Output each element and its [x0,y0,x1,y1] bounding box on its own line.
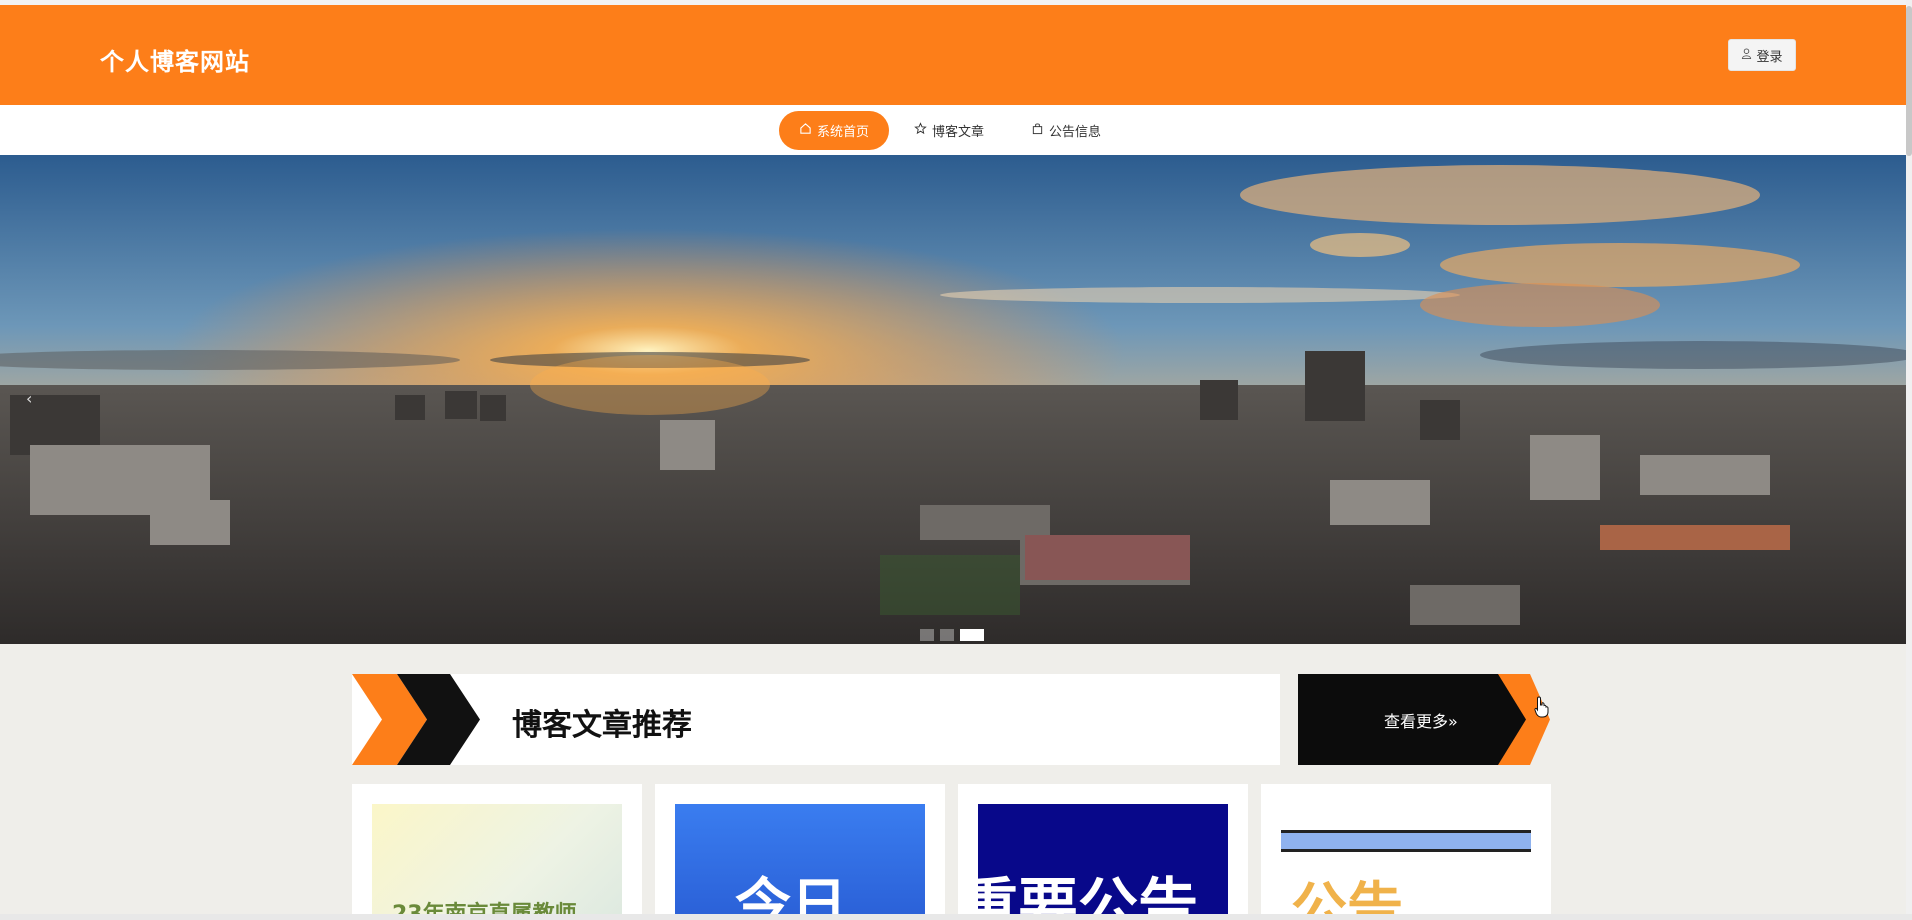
nav-item-label: 公告信息 [1049,125,1102,140]
nav-item-home[interactable]: 系统首页 [779,111,890,150]
thumbnail-band [1281,830,1531,852]
thumbnail-text: 重要公告 [978,872,1198,920]
nav-item-notices[interactable]: 公告信息 [1031,111,1101,150]
star-icon [914,122,927,139]
bag-icon [1031,122,1044,139]
article-thumbnail: 23年南京直属教师 [372,804,622,920]
view-more-label: 查看更多» [1384,712,1458,731]
browser-bottom-strip [0,914,1912,920]
site-header: 个人博客网站 登录 [0,5,1906,105]
view-more-button[interactable]: 查看更多» [1298,674,1550,765]
user-icon [1741,47,1752,63]
scrollbar-thumb[interactable] [1906,6,1912,156]
article-thumbnail: 重要公告 [978,804,1228,920]
section-title: 博客文章推荐 [512,708,692,743]
main-content: 博客文章推荐 查看更多» 23年南京直属教师 今日 重要公告 公告 [0,644,1906,920]
carousel-dot[interactable] [920,629,934,641]
article-thumbnail: 今日 [675,804,925,920]
carousel-dot[interactable] [940,629,954,641]
article-card[interactable]: 今日 [655,784,945,920]
article-thumbnail: 公告 [1281,804,1531,920]
thumbnail-text: 公告 [1291,877,1403,920]
article-card[interactable]: 23年南京直属教师 [352,784,642,920]
login-button[interactable]: 登录 [1728,39,1796,71]
carousel-indicators [920,629,984,641]
site-title: 个人博客网站 [100,48,250,76]
carousel-dot-active[interactable] [960,629,984,641]
thumbnail-text: 今日 [735,873,847,920]
hand-cursor-icon [1534,696,1549,718]
main-nav: 系统首页 博客文章 公告信息 [0,105,1906,155]
hero-carousel[interactable]: ‹ [0,155,1906,644]
article-card[interactable]: 公告 [1261,784,1551,920]
chevron-decoration-icon [352,674,480,765]
home-icon [799,122,812,139]
carousel-prev-button[interactable]: ‹ [26,389,32,408]
nav-item-label: 系统首页 [817,125,870,140]
nav-item-label: 博客文章 [932,125,985,140]
article-card[interactable]: 重要公告 [958,784,1248,920]
city-sunset-image [0,155,1906,644]
nav-item-articles[interactable]: 博客文章 [914,111,984,150]
login-label: 登录 [1756,49,1783,65]
